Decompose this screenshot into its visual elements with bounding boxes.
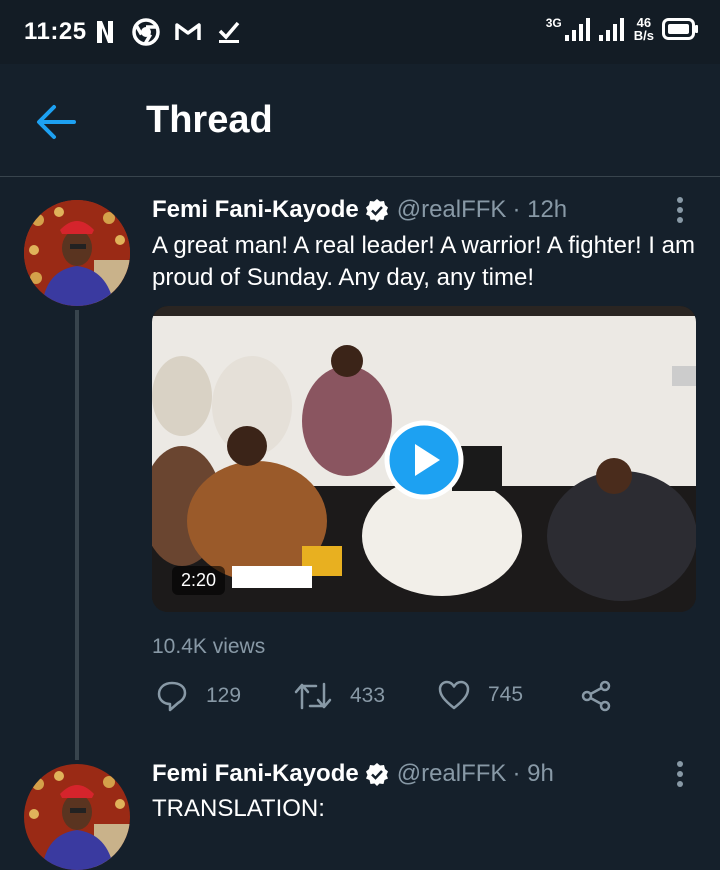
author-handle[interactable]: @realFFK [397,196,507,224]
status-time: 11:25 [24,18,87,45]
gmail-icon [175,23,201,40]
network-type: 3G [545,16,562,30]
header: Thread [0,64,720,177]
retweet-icon [294,682,332,710]
view-count: 10.4K views [152,635,266,658]
back-arrow-icon[interactable] [34,102,78,142]
thread-line [75,310,79,760]
network-speed: 46 B/s [634,16,654,42]
more-vertical-icon[interactable] [670,195,690,225]
notification-icons [92,18,242,46]
tweet-text: A great man! A real leader! A warrior! A… [152,232,695,291]
avatar[interactable] [24,200,130,306]
download-done-icon [218,21,240,43]
status-bar: 11:25 3G 46 B/s [0,0,720,64]
author-handle[interactable]: @realFFK [397,760,507,788]
tweet-header: Femi Fani-Kayode @realFFK · 9h [152,760,554,788]
like-icon [438,680,470,710]
page-title: Thread [146,99,273,141]
retweet-button[interactable]: 433 [294,680,385,712]
speed-unit: B/s [633,28,654,43]
reply-icon [157,681,187,712]
avatar[interactable] [24,764,130,870]
tweet-header: Femi Fani-Kayode @realFFK · 12h [152,196,567,224]
share-icon [581,680,611,712]
video-duration: 2:20 [172,566,226,595]
share-button[interactable] [580,680,612,712]
tweet-text: TRANSLATION: [152,795,325,822]
chrome-icon [132,18,160,46]
tweet-actions: 129 433 745 [152,680,622,724]
author-name[interactable]: Femi Fani-Kayode [152,196,359,224]
reply-count: 129 [206,684,242,707]
battery-icon [662,18,698,40]
retweet-count: 433 [350,684,386,707]
tweet-time: · 9h [512,760,554,787]
video-player[interactable]: 2:20 [152,306,696,612]
play-icon[interactable] [384,420,464,500]
verified-icon [365,763,388,786]
tweet-time: · 12h [512,196,568,223]
like-button[interactable]: 745 [438,680,523,710]
signal-icon [598,18,624,41]
reply-button[interactable]: 129 [156,680,241,712]
more-vertical-icon[interactable] [670,759,690,789]
signal-icon [564,18,590,41]
netflix-icon [97,21,113,43]
like-count: 745 [488,683,524,706]
verified-icon [365,199,388,222]
system-icons: 3G 46 B/s [546,16,698,42]
author-name[interactable]: Femi Fani-Kayode [152,760,359,788]
